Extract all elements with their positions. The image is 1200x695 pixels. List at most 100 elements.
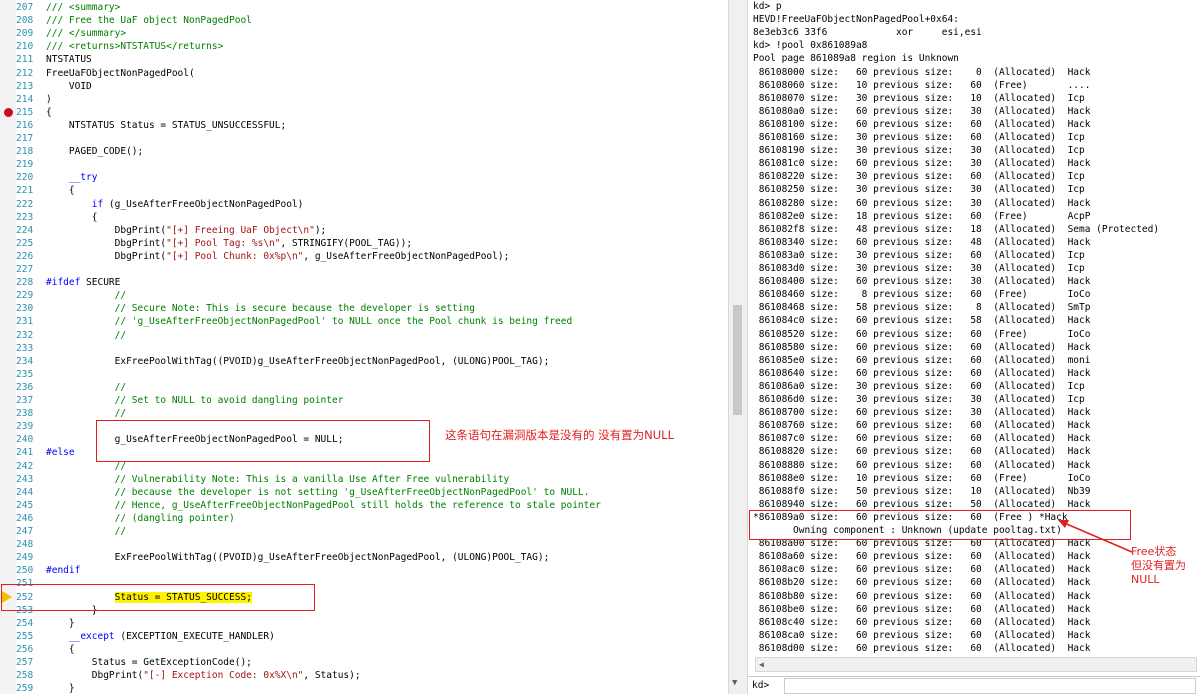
code-line[interactable]: 238 // bbox=[0, 407, 728, 420]
debugger-output-line: kd> !pool 0x861089a8 bbox=[753, 40, 868, 52]
code-text: // Vulnerability Note: This is a vanilla… bbox=[46, 473, 510, 486]
line-number: 209 bbox=[16, 28, 34, 40]
code-line[interactable]: 221 { bbox=[0, 184, 728, 197]
line-number: 225 bbox=[16, 237, 34, 249]
line-number: 258 bbox=[16, 670, 34, 682]
scroll-down-arrow-icon[interactable]: ▼ bbox=[732, 678, 737, 688]
code-line[interactable]: 213 VOID bbox=[0, 80, 728, 93]
debugger-output-line: 86108460 size: 8 previous size: 60 (Free… bbox=[753, 289, 1091, 301]
scrollbar-thumb[interactable] bbox=[733, 305, 742, 415]
code-line[interactable]: 207 /// <summary> bbox=[0, 1, 728, 14]
code-line[interactable]: 222 if (g_UseAfterFreeObjectNonPagedPool… bbox=[0, 198, 728, 211]
code-line[interactable]: 258 DbgPrint("[-] Exception Code: 0x%X\n… bbox=[0, 669, 728, 682]
code-line[interactable]: 217 bbox=[0, 132, 728, 145]
debugger-output-line: 86108b80 size: 60 previous size: 60 (All… bbox=[753, 590, 1091, 602]
code-line[interactable]: 230 // Secure Note: This is secure becau… bbox=[0, 302, 728, 315]
code-line[interactable]: 229 // bbox=[0, 289, 728, 302]
debugger-output-line: 86108760 size: 60 previous size: 60 (All… bbox=[753, 420, 1091, 432]
scroll-left-arrow-icon[interactable]: ◀ bbox=[759, 658, 764, 671]
code-line[interactable]: 237 // Set to NULL to avoid dangling poi… bbox=[0, 394, 728, 407]
code-token: (g_UseAfterFreeObjectNonPagedPool) bbox=[103, 198, 304, 210]
code-line[interactable]: 232 // bbox=[0, 329, 728, 342]
code-text: { bbox=[46, 106, 52, 119]
code-token: // Vulnerability Note: This is a vanilla… bbox=[46, 473, 510, 485]
code-line[interactable]: 245 // Hence, g_UseAfterFreeObjectNonPag… bbox=[0, 499, 728, 512]
code-line[interactable]: 215 { bbox=[0, 106, 728, 119]
line-number: 213 bbox=[16, 80, 34, 92]
code-line[interactable]: 225 DbgPrint("[+] Pool Tag: %s\n", STRIN… bbox=[0, 237, 728, 250]
code-line[interactable]: 234 ExFreePoolWithTag((PVOID)g_UseAfterF… bbox=[0, 355, 728, 368]
code-text: { bbox=[46, 184, 75, 197]
code-text: /// <summary> bbox=[46, 1, 120, 14]
code-line[interactable]: 243 // Vulnerability Note: This is a van… bbox=[0, 473, 728, 486]
code-line[interactable]: 259 } bbox=[0, 682, 728, 694]
code-text: DbgPrint("[-] Exception Code: 0x%X\n", S… bbox=[46, 669, 361, 682]
command-input[interactable] bbox=[784, 678, 1196, 694]
code-token: ExFreePoolWithTag((PVOID)g_UseAfterFreeO… bbox=[46, 355, 550, 367]
line-number: 219 bbox=[16, 159, 34, 171]
code-line[interactable]: 219 bbox=[0, 158, 728, 171]
code-token: // bbox=[46, 329, 127, 341]
code-line[interactable]: 208 /// Free the UaF object NonPagedPool bbox=[0, 14, 728, 27]
code-token: // bbox=[46, 381, 127, 393]
code-token: "[+] Freeing UaF Object\n" bbox=[166, 224, 315, 236]
code-line[interactable]: 227 bbox=[0, 263, 728, 276]
line-number: 230 bbox=[16, 303, 34, 315]
code-text: { bbox=[46, 211, 98, 224]
code-line[interactable]: 246 // (dangling pointer) bbox=[0, 512, 728, 525]
code-line[interactable]: 209 /// </summary> bbox=[0, 27, 728, 40]
code-token: NTSTATUS Status = STATUS_UNSUCCESSFUL; bbox=[46, 119, 287, 131]
code-token: "[-] Exception Code: 0x%X\n" bbox=[143, 670, 304, 682]
code-line[interactable]: 236 // bbox=[0, 381, 728, 394]
source-editor[interactable]: 207 /// <summary> 208 /// Free the UaF obje… bbox=[0, 0, 728, 694]
code-line[interactable]: 244 // because the developer is not sett… bbox=[0, 486, 728, 499]
code-line[interactable]: 211 NTSTATUS bbox=[0, 53, 728, 66]
code-text: // (dangling pointer) bbox=[46, 512, 235, 525]
code-line[interactable]: 210 /// <returns>NTSTATUS</returns> bbox=[0, 40, 728, 53]
debugger-horizontal-scrollbar[interactable]: ◀ bbox=[755, 657, 1197, 672]
code-line[interactable]: 224 DbgPrint("[+] Freeing UaF Object\n")… bbox=[0, 224, 728, 237]
line-number: 220 bbox=[16, 172, 34, 184]
code-line[interactable]: 247 // bbox=[0, 525, 728, 538]
code-text: /// <returns>NTSTATUS</returns> bbox=[46, 40, 223, 53]
code-line[interactable]: 228 #ifdef SECURE bbox=[0, 276, 728, 289]
breakpoint-icon[interactable] bbox=[4, 107, 13, 117]
code-line[interactable]: 235 bbox=[0, 368, 728, 381]
code-line[interactable]: 248 bbox=[0, 538, 728, 551]
code-line[interactable]: 257 Status = GetExceptionCode(); bbox=[0, 656, 728, 669]
code-text: VOID bbox=[46, 80, 92, 93]
code-text: DbgPrint("[+] Pool Tag: %s\n", STRINGIFY… bbox=[46, 237, 412, 250]
debugger-output-line: 86108160 size: 30 previous size: 60 (All… bbox=[753, 132, 1085, 143]
line-number: 248 bbox=[16, 539, 34, 551]
code-line[interactable]: 233 bbox=[0, 342, 728, 355]
code-token: // (dangling pointer) bbox=[46, 512, 235, 524]
code-token: __try bbox=[46, 172, 98, 184]
debugger-output-line: 86108250 size: 30 previous size: 30 (All… bbox=[753, 184, 1085, 196]
debugger-output-line: 86108280 size: 60 previous size: 30 (All… bbox=[753, 197, 1091, 209]
debugger-output-line: 86108000 size: 60 previous size: 0 (Allo… bbox=[753, 66, 1091, 78]
code-token: // bbox=[46, 290, 127, 302]
code-text: DbgPrint("[+] Freeing UaF Object\n"); bbox=[46, 224, 327, 237]
code-text: // bbox=[46, 525, 126, 538]
code-line[interactable]: 231 // 'g_UseAfterFreeObjectNonPagedPool… bbox=[0, 315, 728, 328]
code-text: // 'g_UseAfterFreeObjectNonPagedPool' to… bbox=[46, 315, 573, 328]
code-line[interactable]: 218 PAGED_CODE(); bbox=[0, 145, 728, 158]
code-line[interactable]: 212 FreeUaFObjectNonPagedPool( bbox=[0, 67, 728, 80]
line-number: 218 bbox=[16, 146, 34, 158]
debugger-output-line: 861080a0 size: 60 previous size: 30 (All… bbox=[753, 105, 1091, 117]
code-line[interactable]: 214) bbox=[0, 93, 728, 106]
line-number: 239 bbox=[16, 421, 34, 433]
code-line[interactable]: 226 DbgPrint("[+] Pool Chunk: 0x%p\n", g… bbox=[0, 250, 728, 263]
line-number: 241 bbox=[16, 447, 34, 459]
code-token: ); bbox=[314, 224, 327, 236]
line-number: 207 bbox=[16, 2, 34, 13]
code-line[interactable]: 254 } bbox=[0, 617, 728, 630]
code-line[interactable]: 216 NTSTATUS Status = STATUS_UNSUCCESSFU… bbox=[0, 119, 728, 132]
editor-vertical-scrollbar[interactable]: ▼ bbox=[728, 0, 748, 694]
code-line[interactable]: 256 { bbox=[0, 643, 728, 656]
code-line[interactable]: 223 { bbox=[0, 211, 728, 224]
code-line[interactable]: 250 #endif bbox=[0, 564, 728, 577]
code-line[interactable]: 249 ExFreePoolWithTag((PVOID)g_UseAfterF… bbox=[0, 551, 728, 564]
code-line[interactable]: 220 __try bbox=[0, 171, 728, 184]
code-line[interactable]: 255 __except (EXCEPTION_EXECUTE_HANDLER) bbox=[0, 630, 728, 643]
